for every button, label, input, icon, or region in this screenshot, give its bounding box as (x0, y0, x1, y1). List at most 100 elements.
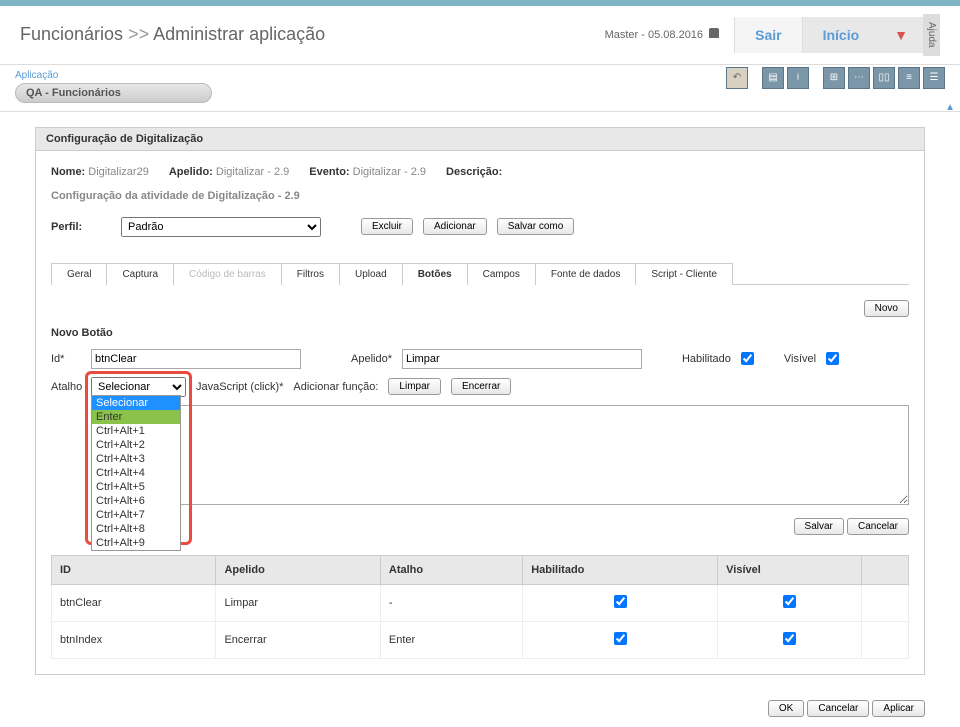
expand-arrow-icon[interactable]: ▲ (945, 102, 955, 113)
cell-habilitado (523, 584, 718, 621)
id-input[interactable] (91, 349, 301, 369)
nav-dropdown[interactable]: ▼ (879, 17, 923, 53)
dropdown-option[interactable]: Ctrl+Alt+2 (92, 438, 180, 452)
undo-button[interactable]: ↶ (726, 67, 748, 89)
ok-button[interactable]: OK (768, 700, 804, 717)
visivel-checkbox[interactable] (826, 352, 839, 365)
table-header: ID (52, 555, 216, 584)
habilitado-checkbox[interactable] (741, 352, 754, 365)
tool-lines-icon[interactable]: ☰ (923, 67, 945, 89)
tab-filtros[interactable]: Filtros (281, 263, 340, 285)
tab-campos[interactable]: Campos (467, 263, 536, 285)
section-header: Configuração de Digitalização (35, 127, 925, 151)
evento-value: Digitalizar - 2.9 (353, 166, 426, 178)
nome-value: Digitalizar29 (88, 166, 149, 178)
tab-geral[interactable]: Geral (51, 263, 107, 285)
tool-cols-icon[interactable]: ▯▯ (873, 67, 895, 89)
row-visivel-checkbox[interactable] (783, 595, 796, 608)
dropdown-option[interactable]: Ctrl+Alt+4 (92, 466, 180, 480)
addfn-label: Adicionar função: (293, 381, 378, 393)
cell-habilitado (523, 621, 718, 658)
cell-actions (861, 621, 908, 658)
toolbar: ↶ ▤ ⫮ ⊞ ⋯ ▯▯ ≡ ☰ (726, 67, 945, 89)
cell-apelido: Encerrar (216, 621, 380, 658)
dropdown-option[interactable]: Ctrl+Alt+6 (92, 494, 180, 508)
tabs: GeralCapturaCódigo de barrasFiltrosUploa… (51, 262, 909, 285)
table-header (861, 555, 908, 584)
tab-script---cliente[interactable]: Script - Cliente (635, 263, 733, 285)
tool-sliders-icon[interactable]: ⫮ (787, 67, 809, 89)
title-sub: Administrar aplicação (153, 24, 325, 44)
salvarcomo-button[interactable]: Salvar como (497, 218, 575, 235)
user-info: Master - 05.08.2016 (605, 28, 720, 41)
dropdown-option[interactable]: Ctrl+Alt+8 (92, 522, 180, 536)
cell-atalho: Enter (380, 621, 522, 658)
row-habilitado-checkbox[interactable] (614, 595, 627, 608)
perfil-label: Perfil: (51, 221, 111, 233)
tab-código-de-barras[interactable]: Código de barras (173, 263, 282, 285)
table-row[interactable]: btnClear Limpar - (52, 584, 909, 621)
cancelar-footer-button[interactable]: Cancelar (807, 700, 869, 717)
salvar-button[interactable]: Salvar (794, 518, 844, 535)
id-label: Id* (51, 353, 81, 365)
tab-botões[interactable]: Botões (402, 263, 468, 285)
cell-id: btnClear (52, 584, 216, 621)
cancelar-button[interactable]: Cancelar (847, 518, 909, 535)
table-header: Habilitado (523, 555, 718, 584)
excluir-button[interactable]: Excluir (361, 218, 413, 235)
title-main: Funcionários (20, 24, 123, 44)
table-header: Atalho (380, 555, 522, 584)
tool-dash-icon[interactable]: ⋯ (848, 67, 870, 89)
header: Funcionários >> Administrar aplicação Ma… (0, 6, 960, 65)
adicionar-button[interactable]: Adicionar (423, 218, 487, 235)
apelido-field-label: Apelido* (351, 353, 392, 365)
cell-apelido: Limpar (216, 584, 380, 621)
tab-fonte-de-dados[interactable]: Fonte de dados (535, 263, 637, 285)
logout-button[interactable]: Sair (734, 17, 801, 53)
dropdown-option[interactable]: Ctrl+Alt+1 (92, 424, 180, 438)
dropdown-option[interactable]: Ctrl+Alt+7 (92, 508, 180, 522)
title-separator: >> (128, 24, 149, 44)
cell-visivel (718, 584, 862, 621)
cell-atalho: - (380, 584, 522, 621)
cell-visivel (718, 621, 862, 658)
tool-grid-icon[interactable]: ⊞ (823, 67, 845, 89)
help-tab[interactable]: Ajuda (923, 14, 940, 56)
desc-label: Descrição: (446, 166, 502, 178)
tab-upload[interactable]: Upload (339, 263, 403, 285)
atalho-select[interactable]: Selecionar (91, 377, 186, 397)
atalho-dropdown-list[interactable]: SelecionarEnterCtrl+Alt+1Ctrl+Alt+2Ctrl+… (91, 395, 181, 551)
apelido-label: Apelido: (169, 166, 213, 178)
script-textarea[interactable]: FieldCo (91, 405, 909, 505)
apelido-value: Digitalizar - 2.9 (216, 166, 289, 178)
limpar-fn-button[interactable]: Limpar (388, 378, 441, 395)
dropdown-option[interactable]: Ctrl+Alt+3 (92, 452, 180, 466)
tool-rows-icon[interactable]: ≡ (898, 67, 920, 89)
novo-button[interactable]: Novo (864, 300, 909, 317)
aplicar-button[interactable]: Aplicar (872, 700, 925, 717)
cell-actions (861, 584, 908, 621)
row-habilitado-checkbox[interactable] (614, 632, 627, 645)
tab-captura[interactable]: Captura (106, 263, 174, 285)
buttons-table: IDApelidoAtalhoHabilitadoVisível btnClea… (51, 555, 909, 659)
atalho-label: Atalho (51, 381, 81, 393)
dropdown-option[interactable]: Enter (92, 410, 180, 424)
subheader: Aplicação QA - Funcionários ↶ ▤ ⫮ ⊞ ⋯ ▯▯… (0, 65, 960, 112)
tool-list-icon[interactable]: ▤ (762, 67, 784, 89)
form-title: Novo Botão (51, 327, 909, 339)
home-button[interactable]: Início (802, 17, 880, 53)
dropdown-option[interactable]: Ctrl+Alt+9 (92, 536, 180, 550)
user-icon (709, 28, 719, 38)
visivel-label: Visível (784, 353, 816, 365)
row-visivel-checkbox[interactable] (783, 632, 796, 645)
page-title: Funcionários >> Administrar aplicação (20, 24, 605, 45)
dropdown-option[interactable]: Selecionar (92, 396, 180, 410)
app-selector[interactable]: QA - Funcionários (15, 83, 212, 103)
dropdown-option[interactable]: Ctrl+Alt+5 (92, 480, 180, 494)
cell-id: btnIndex (52, 621, 216, 658)
encerrar-fn-button[interactable]: Encerrar (451, 378, 511, 395)
table-row[interactable]: btnIndex Encerrar Enter (52, 621, 909, 658)
perfil-select[interactable]: Padrão (121, 217, 321, 237)
apelido-input[interactable] (402, 349, 642, 369)
evento-label: Evento: (309, 166, 349, 178)
